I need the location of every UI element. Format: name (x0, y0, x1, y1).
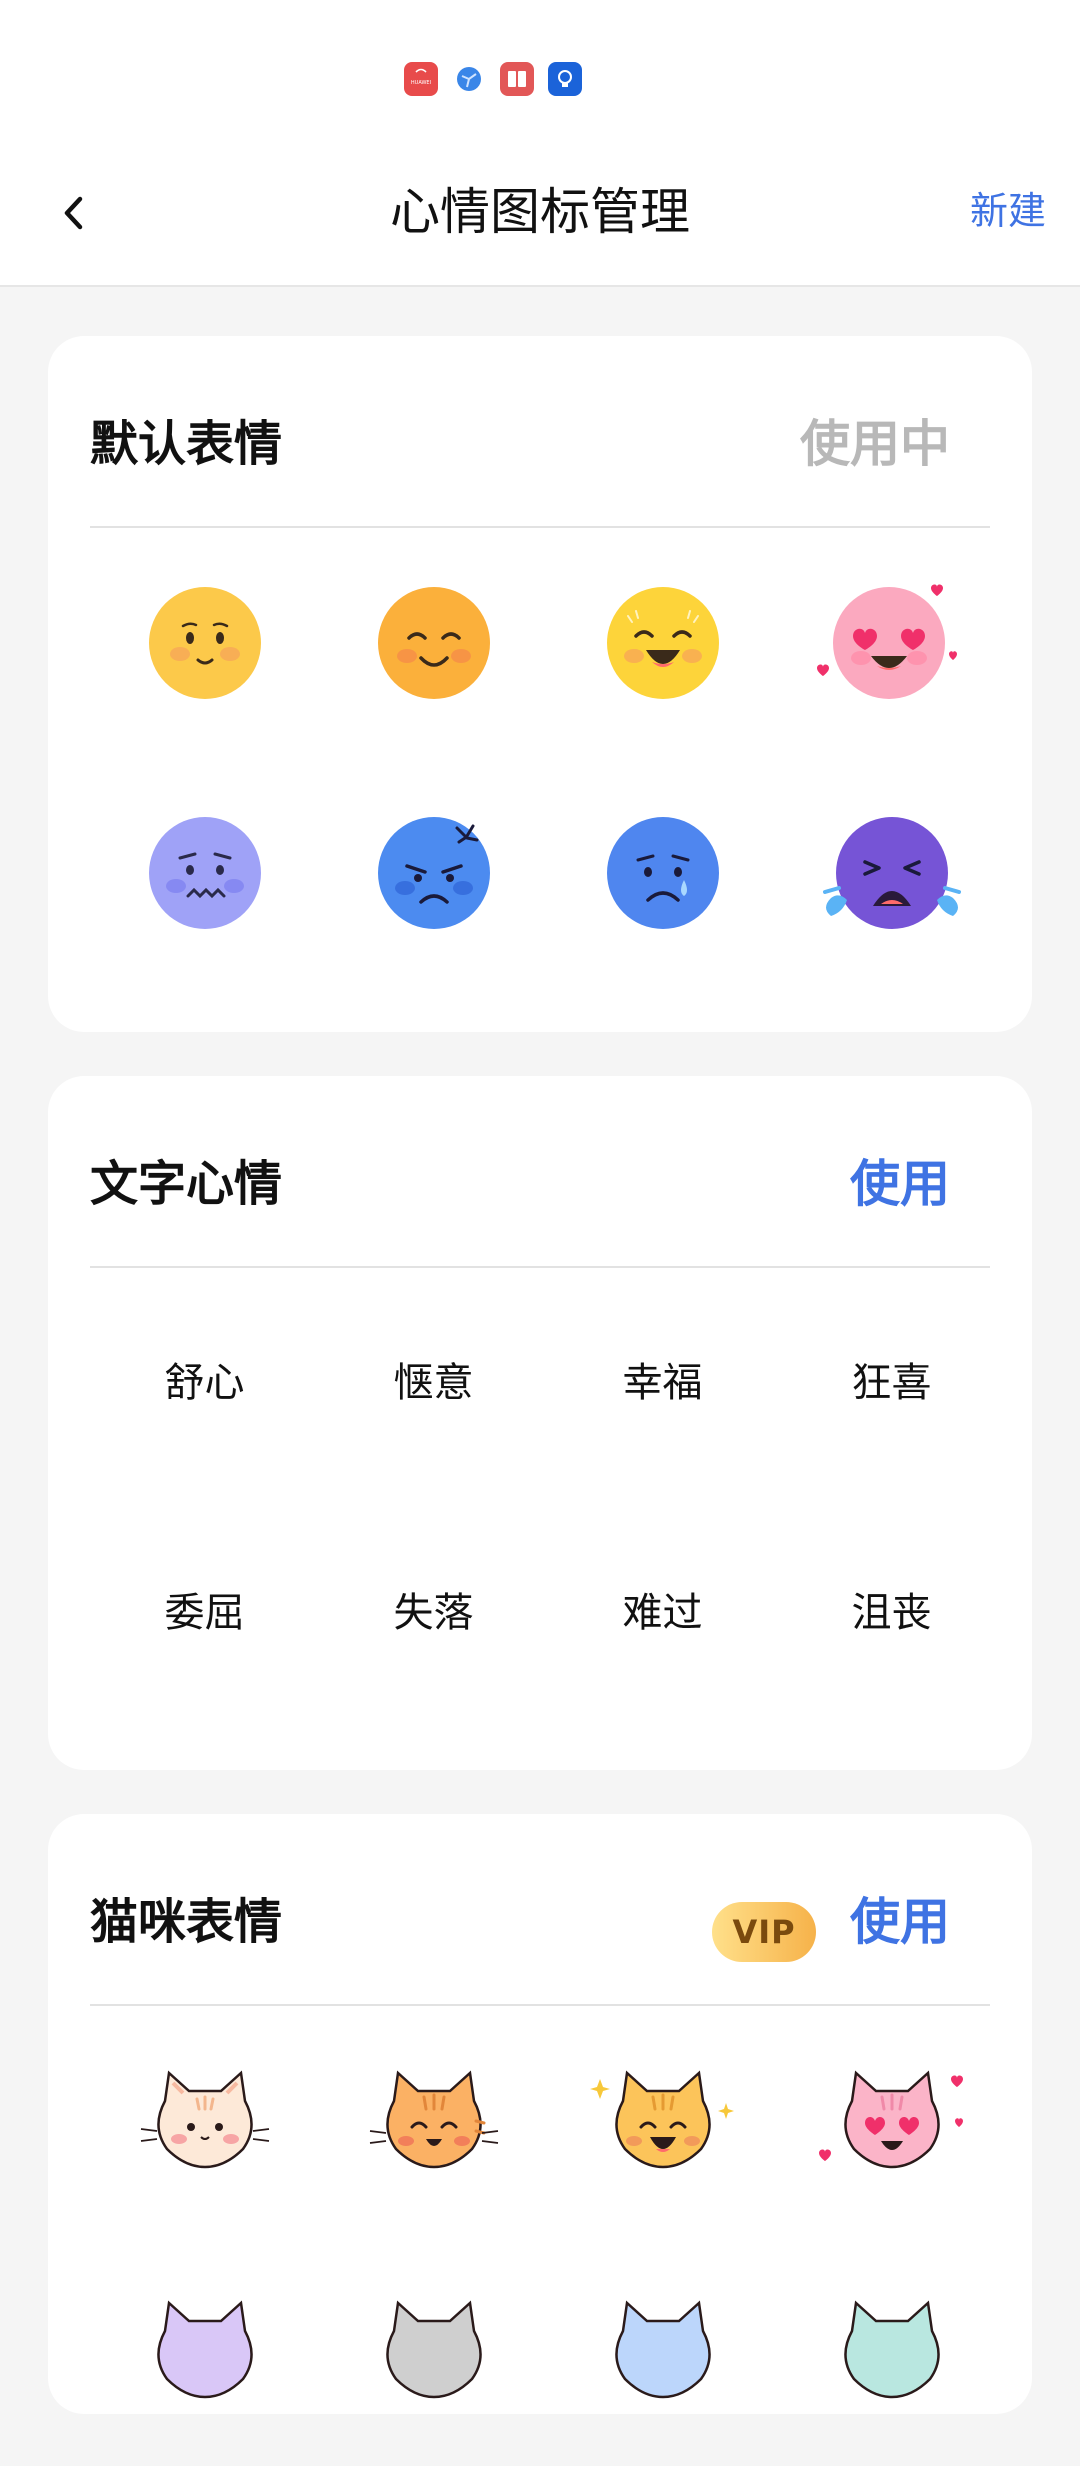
status-icons: HUAWEI (404, 62, 582, 96)
crying-face-icon[interactable] (777, 758, 1006, 988)
status-bar: HUAWEI (0, 0, 1080, 150)
default-emoji-title: 默认表情 (90, 416, 283, 472)
huawei-app-icon: HUAWEI (404, 62, 438, 96)
navbar: 心情图标管理 新建 (0, 150, 1080, 287)
mood-word[interactable]: 难过 (623, 1588, 703, 1638)
content-face-icon[interactable] (319, 528, 548, 758)
cat-heart-eyes-icon[interactable] (777, 2006, 1006, 2236)
network-icon (452, 62, 486, 96)
default-emoji-grid (48, 528, 1074, 988)
mood-word[interactable]: 委屈 (165, 1588, 245, 1638)
mood-word[interactable]: 失落 (394, 1588, 474, 1638)
new-button[interactable]: 新建 (970, 186, 1046, 236)
mood-word[interactable]: 舒心 (165, 1358, 245, 1408)
cat-emoji-grid (48, 2006, 1074, 2466)
cat-happy-icon[interactable] (548, 2006, 777, 2236)
mood-word[interactable]: 狂喜 (852, 1358, 932, 1408)
text-mood-title: 文字心情 (90, 1156, 283, 1212)
book-icon (500, 62, 534, 96)
sad-tear-face-icon[interactable] (548, 758, 777, 988)
cat-blue-icon[interactable] (548, 2236, 777, 2466)
vip-badge: VIP (712, 1902, 816, 1962)
text-mood-grid: 舒心 惬意 幸福 狂喜 委屈 失落 难过 沮丧 (48, 1268, 1074, 1728)
huawei-label: HUAWEI (411, 80, 431, 86)
default-emoji-status: 使用中 (800, 415, 950, 473)
mood-word[interactable]: 沮丧 (852, 1588, 932, 1638)
cat-teal-icon[interactable] (777, 2236, 1006, 2466)
lightbulb-icon (548, 62, 582, 96)
cat-purple-icon[interactable] (90, 2236, 319, 2466)
happy-face-icon[interactable] (548, 528, 777, 758)
heart-eyes-face-icon[interactable] (777, 528, 1006, 758)
worried-face-icon[interactable] (90, 758, 319, 988)
cat-emoji-title: 猫咪表情 (90, 1894, 283, 1950)
mood-word[interactable]: 惬意 (394, 1358, 474, 1408)
cat-smile-icon[interactable] (319, 2006, 548, 2236)
text-mood-use-button[interactable]: 使用 (850, 1154, 950, 1214)
page-title: 心情图标管理 (390, 183, 690, 241)
cat-emoji-use-button[interactable]: 使用 (850, 1892, 950, 1952)
cat-emoji-card: 猫咪表情 VIP 使用 (48, 1814, 1032, 2414)
shy-face-icon[interactable] (90, 528, 319, 758)
text-mood-card: 文字心情 使用 舒心 惬意 幸福 狂喜 委屈 失落 难过 沮丧 (48, 1076, 1032, 1770)
angry-face-icon[interactable] (319, 758, 548, 988)
default-emoji-card: 默认表情 使用中 (48, 336, 1032, 1032)
cat-gray-icon[interactable] (319, 2236, 548, 2466)
mood-word[interactable]: 幸福 (623, 1358, 703, 1408)
cat-shy-icon[interactable] (90, 2006, 319, 2236)
